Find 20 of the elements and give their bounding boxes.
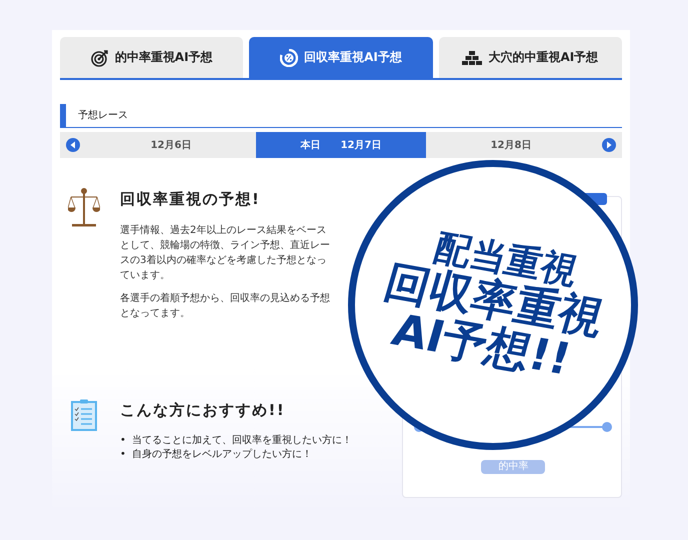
date-tab[interactable]: 12月6日 xyxy=(86,132,256,158)
recommend-title: こんな方におすすめ!! xyxy=(120,401,286,420)
percent-circle-icon xyxy=(280,48,298,66)
bullet: • xyxy=(120,448,126,462)
recommend-item: 自身の予想をレベルアップしたい方に！ xyxy=(132,448,312,462)
tab[interactable]: 的中率重視AI予想 xyxy=(60,37,244,78)
description-text: 各選手の着順予想から、回収率の見込める予想となってます。 xyxy=(120,292,331,321)
recommend-item: 当てることに加えて、回収率を重視したい方に！ xyxy=(132,434,352,448)
description-text: 選手情報、過去2年以上のレース結果をベースとして、競輪場の特徴、ライン予想、直近レースの3着以内の確率などを考慮した予想となっています。 xyxy=(120,224,331,283)
ingot-stack-icon xyxy=(462,50,482,66)
feature-title: 回収率重視の予想! xyxy=(120,190,262,209)
tab[interactable]: 回収率重視AI予想 xyxy=(249,37,433,78)
scales-icon xyxy=(68,188,100,228)
clipboard-checklist-icon xyxy=(68,399,100,431)
bullet: • xyxy=(120,434,126,448)
date-tab[interactable]: 本日 12月7日 xyxy=(256,132,426,158)
tab[interactable]: 大穴的中重視AI予想 xyxy=(438,37,622,78)
axis-label: 的中率 xyxy=(481,460,546,474)
target-icon xyxy=(90,48,109,66)
date-tab[interactable]: 12月8日 xyxy=(426,132,596,158)
